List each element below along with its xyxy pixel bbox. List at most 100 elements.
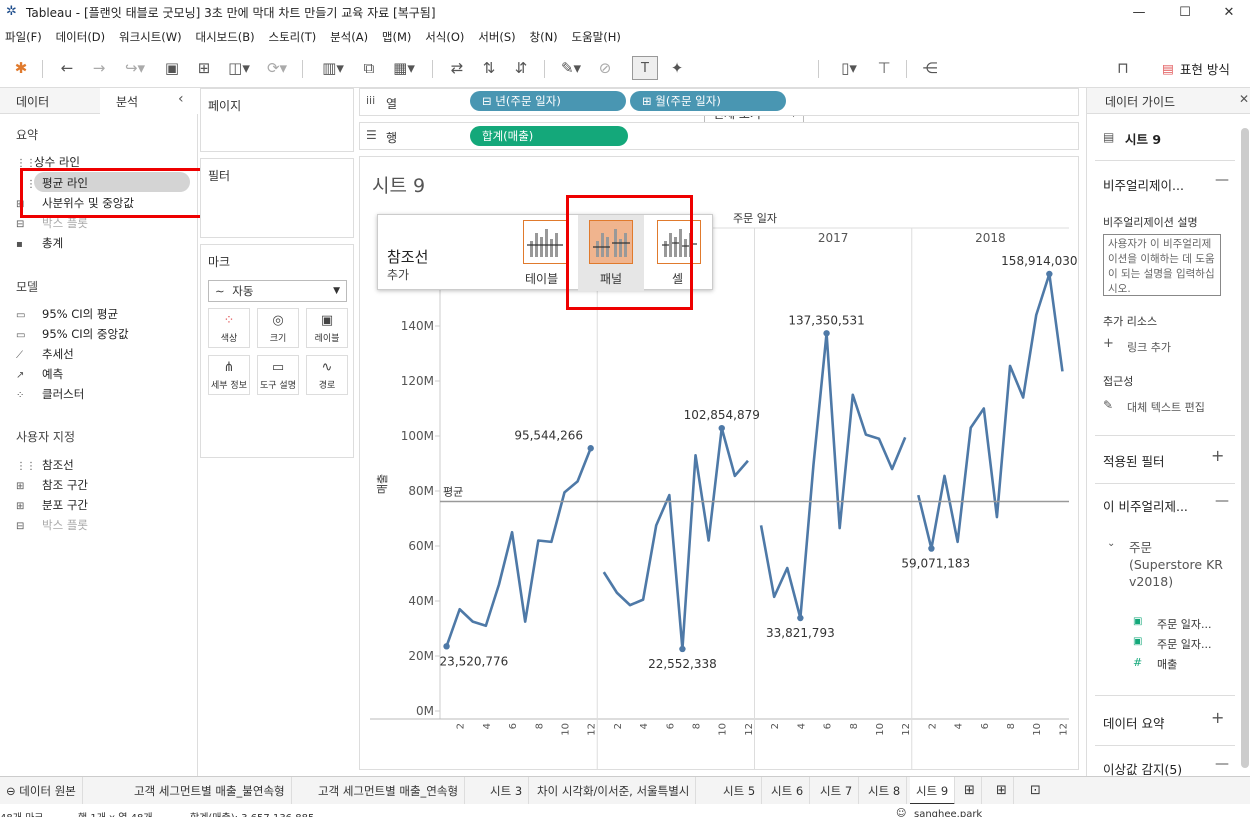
save-icon[interactable]: ▣ <box>160 56 184 80</box>
color-button[interactable]: ⁘ 색상 <box>208 308 250 348</box>
sort-asc-icon[interactable]: ⇅ <box>476 56 502 80</box>
forecast-item[interactable]: ↗ 예측 <box>16 366 63 382</box>
pages-card[interactable]: 페이지 <box>200 88 354 152</box>
x-tick-label: 4 <box>796 723 807 729</box>
collapse-viz-icon[interactable]: — <box>1215 172 1229 188</box>
ci-median-item[interactable]: ▭ 95% CI의 중앙값 <box>16 326 129 342</box>
pause-updates-icon[interactable]: ◫▾ <box>222 56 256 80</box>
menu-analysis[interactable]: 분석(A) <box>325 26 373 48</box>
cluster-item[interactable]: ⁘ 클러스터 <box>16 386 84 402</box>
path-button[interactable]: ∿ 경로 <box>306 355 348 395</box>
tab-data[interactable]: 데이터 <box>16 93 49 110</box>
table-scope-label[interactable]: 테이블 <box>525 270 558 287</box>
field-order-date-1[interactable]: 주문 일자... <box>1157 616 1211 632</box>
reference-line-item[interactable]: ⋮⋮ 참조선 <box>16 457 74 473</box>
filters-card[interactable]: 필터 <box>200 158 354 238</box>
alt-text-button[interactable]: 대체 텍스트 편집 <box>1127 399 1205 415</box>
year-pill[interactable]: ⊟ 년(주문 일자) <box>470 91 626 111</box>
tab-sheet7[interactable]: 시트 7 <box>814 777 860 805</box>
show-me-label: 표현 방식 <box>1179 61 1230 77</box>
menu-map[interactable]: 맵(M) <box>377 26 416 48</box>
tab-segment-discrete[interactable]: 고객 세그먼트별 매출_불연속형 <box>128 777 292 805</box>
box-plot-item-custom[interactable]: ⊟ 박스 플롯 <box>16 517 88 533</box>
field-order-date-2[interactable]: 주문 일자... <box>1157 636 1211 652</box>
tab-segment-continuous[interactable]: 고객 세그먼트별 매출_연속형 <box>312 777 466 805</box>
duplicate-icon[interactable]: ⧉ <box>356 56 382 80</box>
collapse-outliers-icon[interactable]: — <box>1215 756 1229 772</box>
tooltip-button[interactable]: ▭ 도구 설명 <box>257 355 299 395</box>
guide-scrollbar[interactable] <box>1241 128 1249 768</box>
tab-sheet9[interactable]: 시트 9 <box>910 777 956 805</box>
menu-window[interactable]: 창(N) <box>525 26 563 48</box>
menu-file[interactable]: 파일(F) <box>0 26 47 48</box>
sort-desc-icon[interactable]: ⇵ <box>508 56 534 80</box>
reference-band-item[interactable]: ⊞ 참조 구간 <box>16 477 88 493</box>
ci-mean-item[interactable]: ▭ 95% CI의 평균 <box>16 306 118 322</box>
highlight-icon[interactable]: ✎▾ <box>554 56 588 80</box>
label-button[interactable]: ▣ 레이블 <box>306 308 348 348</box>
collapse-fields-icon[interactable]: — <box>1215 493 1229 509</box>
status-user[interactable]: sanghee.park <box>914 809 982 817</box>
replay-icon[interactable]: ↪▾ <box>118 56 152 80</box>
presentation-icon[interactable]: ⊤ <box>872 56 896 80</box>
size-button[interactable]: ◎ 크기 <box>257 308 299 348</box>
chevron-down-icon[interactable]: ⌄ <box>1107 538 1115 549</box>
mark-type-select[interactable]: ∼ 자동 ▼ <box>208 280 347 302</box>
tableau-home-icon[interactable]: ✱ <box>8 56 34 80</box>
swap-icon[interactable]: ⇄ <box>444 56 470 80</box>
new-story-tab-icon[interactable]: ⊡ <box>1024 777 1047 805</box>
redo-icon[interactable]: → <box>86 56 112 80</box>
tab-sheet8[interactable]: 시트 8 <box>862 777 908 805</box>
show-me-button[interactable]: ▤ 표현 방식 <box>1146 56 1246 80</box>
new-datasource-icon[interactable]: ⊞ <box>192 56 216 80</box>
tab-datasource[interactable]: ⊖ 데이터 원본 <box>0 777 83 805</box>
format-painter-icon[interactable]: ⊓ <box>1110 56 1136 80</box>
tab-analysis[interactable]: 분석 <box>116 93 138 110</box>
panel-header-2017: 2017 <box>818 231 849 245</box>
rows-shelf[interactable]: ☰ 행 <box>359 122 1079 150</box>
collapse-icon[interactable]: ‹ <box>178 91 184 107</box>
field-sales[interactable]: 매출 <box>1157 656 1177 672</box>
new-dashboard-tab-icon[interactable]: ⊞ <box>990 777 1014 805</box>
menu-story[interactable]: 스토리(T) <box>264 26 322 48</box>
viz-desc-input[interactable]: 사용자가 이 비주얼리제이션을 이해하는 데 도움이 되는 설명을 입력하십시오… <box>1103 234 1221 296</box>
month-pill[interactable]: ⊞ 월(주문 일자) <box>630 91 786 111</box>
new-worksheet-tab-icon[interactable]: ⊞ <box>958 777 982 805</box>
show-cards-icon[interactable]: ▯▾ <box>830 56 868 80</box>
tab-sheet3[interactable]: 시트 3 <box>484 777 530 805</box>
menu-worksheet[interactable]: 워크시트(W) <box>114 26 187 48</box>
trend-line-item[interactable]: ⟋ 추세선 <box>16 346 74 362</box>
menu-help[interactable]: 도움말(H) <box>566 26 625 48</box>
menu-dashboard[interactable]: 대시보드(B) <box>190 26 259 48</box>
share-icon[interactable]: ⋲ <box>916 56 944 80</box>
columns-icon: iii <box>366 94 376 107</box>
x-tick-label: 2 <box>613 723 624 729</box>
menu-data[interactable]: 데이터(D) <box>51 26 111 48</box>
distribution-band-item[interactable]: ⊞ 분포 구간 <box>16 497 88 513</box>
maximize-button[interactable]: ☐ <box>1162 0 1208 24</box>
pin-icon[interactable]: ✦ <box>664 56 690 80</box>
data-point <box>797 614 804 622</box>
expand-filters-icon[interactable]: + <box>1211 446 1224 465</box>
menu-format[interactable]: 서식(O) <box>420 26 469 48</box>
clear-sheet-icon[interactable]: ▦▾ <box>386 56 422 80</box>
refresh-icon[interactable]: ⟳▾ <box>260 56 294 80</box>
group-icon[interactable]: ⊘ <box>592 56 618 80</box>
new-worksheet-icon[interactable]: ▥▾ <box>314 56 352 80</box>
show-labels-icon[interactable]: T <box>632 56 658 80</box>
y-tick-label: 100M <box>401 429 434 443</box>
tab-diff-viz[interactable]: 차이 시각화/이서준, 서울특별시 <box>531 777 697 805</box>
expand-summary-icon[interactable]: + <box>1211 708 1224 727</box>
undo-icon[interactable]: ← <box>54 56 80 80</box>
table-scope-icon[interactable] <box>523 220 567 264</box>
menu-server[interactable]: 서버(S) <box>473 26 520 48</box>
add-link-button[interactable]: 링크 추가 <box>1127 339 1171 355</box>
tab-sheet6[interactable]: 시트 6 <box>765 777 811 805</box>
minimize-button[interactable]: — <box>1116 0 1162 24</box>
detail-button[interactable]: ⋔ 세부 정보 <box>208 355 250 395</box>
totals-item[interactable]: ▪ 총계 <box>16 235 63 251</box>
sales-pill[interactable]: 합계(매출) <box>470 126 628 146</box>
close-guide-icon[interactable]: ✕ <box>1239 92 1249 106</box>
close-button[interactable]: ✕ <box>1206 0 1250 24</box>
tab-sheet5[interactable]: 시트 5 <box>717 777 763 805</box>
